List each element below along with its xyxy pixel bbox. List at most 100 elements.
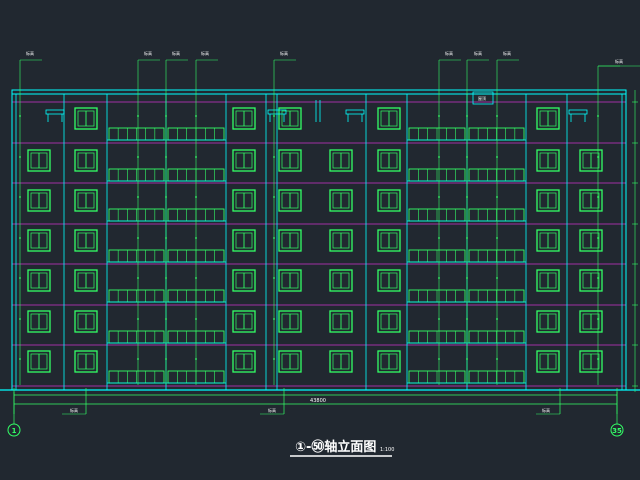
window	[536, 269, 560, 292]
balcony	[407, 370, 467, 384]
roof-vent	[568, 109, 588, 115]
window	[536, 310, 560, 333]
level-tick	[165, 156, 167, 158]
level-tick	[19, 318, 21, 320]
level-tick	[273, 156, 275, 158]
axis-label-start: 1	[12, 427, 17, 435]
balcony	[407, 249, 467, 263]
balcony	[467, 249, 526, 263]
drawing-scale: 1:100	[380, 447, 394, 453]
level-tick	[195, 237, 197, 239]
level-tick	[597, 358, 599, 360]
balcony	[467, 168, 526, 182]
level-tick	[496, 358, 498, 360]
level-tick	[165, 318, 167, 320]
level-tick	[165, 115, 167, 117]
window	[278, 189, 302, 212]
window	[278, 229, 302, 252]
roof-tag: 屋顶	[478, 95, 486, 101]
level-tick	[438, 318, 440, 320]
level-tick	[496, 196, 498, 198]
level-tick	[496, 115, 498, 117]
window	[579, 310, 603, 333]
window	[74, 107, 98, 130]
window	[329, 149, 353, 172]
level-tick	[496, 237, 498, 239]
total-dimension-text: 43800	[310, 398, 326, 404]
level-tick	[466, 318, 468, 320]
elevation-drawing: 43800 1 35 ①-㊿轴立面图 1:100 标高 标高 标高 标高 标高 …	[0, 50, 640, 457]
window	[579, 269, 603, 292]
level-tick	[466, 277, 468, 279]
window	[579, 350, 603, 373]
balcony	[467, 370, 526, 384]
balcony	[107, 249, 166, 263]
window	[232, 310, 256, 333]
level-tick	[438, 358, 440, 360]
window	[74, 310, 98, 333]
bottom-label-1: 标高	[70, 407, 78, 413]
level-tick	[195, 358, 197, 360]
level-tick	[137, 237, 139, 239]
level-tick	[597, 115, 599, 117]
level-tick	[273, 196, 275, 198]
window	[278, 310, 302, 333]
level-tick	[165, 277, 167, 279]
window	[377, 350, 401, 373]
window	[329, 229, 353, 252]
top-label-3: 标高	[172, 50, 180, 56]
level-tick	[597, 277, 599, 279]
level-tick	[438, 277, 440, 279]
level-tick	[137, 156, 139, 158]
window	[377, 189, 401, 212]
balcony	[467, 127, 526, 141]
window	[27, 350, 51, 373]
level-tick	[466, 115, 468, 117]
window	[232, 269, 256, 292]
window	[377, 107, 401, 130]
leader-lines	[19, 59, 640, 385]
level-tick	[273, 115, 275, 117]
level-tick	[195, 115, 197, 117]
level-tick	[466, 358, 468, 360]
right-label: 标高	[615, 58, 623, 64]
top-label-7: 标高	[474, 50, 482, 56]
level-tick	[466, 196, 468, 198]
drawing-title: ①-㊿轴立面图	[295, 439, 376, 455]
roof-vent	[45, 109, 65, 115]
window	[27, 269, 51, 292]
level-tick	[195, 156, 197, 158]
window	[536, 149, 560, 172]
roof-elements	[45, 91, 588, 122]
window	[579, 229, 603, 252]
level-tick	[165, 237, 167, 239]
bottom-label-2: 标高	[268, 407, 276, 413]
level-tick	[137, 318, 139, 320]
level-tick	[597, 318, 599, 320]
balcony	[107, 370, 166, 384]
level-tick	[19, 156, 21, 158]
window	[536, 107, 560, 130]
window	[579, 189, 603, 212]
level-tick	[19, 196, 21, 198]
top-label-8: 标高	[503, 50, 511, 56]
level-tick	[137, 196, 139, 198]
window	[579, 149, 603, 172]
window	[74, 229, 98, 252]
level-tick	[496, 277, 498, 279]
window	[377, 310, 401, 333]
window	[329, 310, 353, 333]
window	[232, 107, 256, 130]
level-tick	[597, 237, 599, 239]
balcony	[407, 330, 467, 344]
window	[377, 149, 401, 172]
window	[27, 149, 51, 172]
level-tick	[496, 318, 498, 320]
level-tick	[438, 196, 440, 198]
top-label-4: 标高	[201, 50, 209, 56]
level-tick	[195, 318, 197, 320]
balcony	[107, 208, 166, 222]
top-label-1: 标高	[26, 50, 34, 56]
windows-group	[27, 107, 603, 373]
balcony	[407, 289, 467, 303]
